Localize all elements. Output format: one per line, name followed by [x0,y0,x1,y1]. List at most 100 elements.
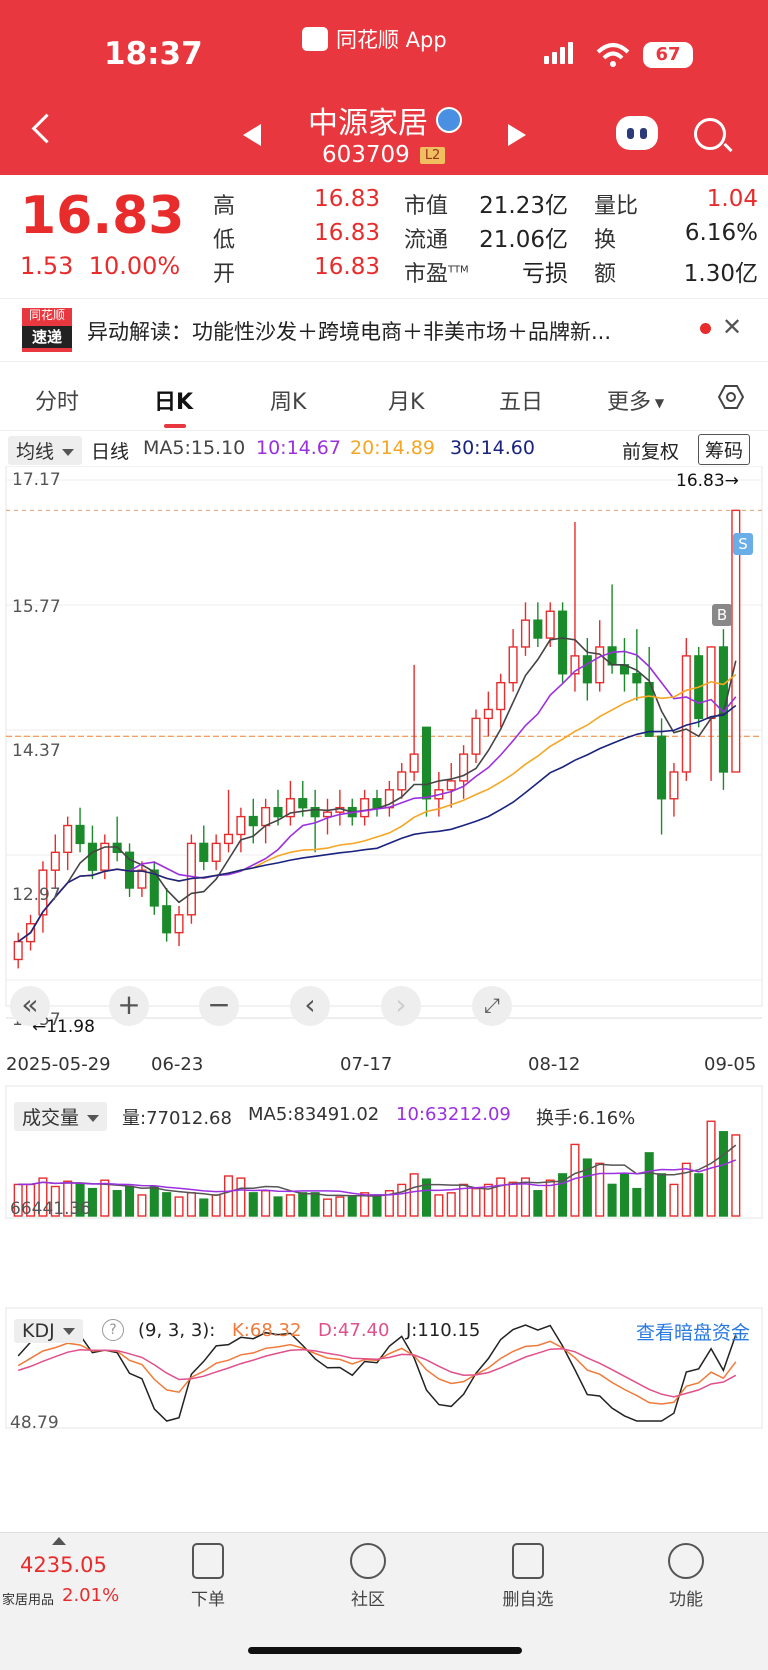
functions-menu-icon [668,1543,704,1579]
volume-bar [273,1196,283,1217]
candle-body [273,806,283,818]
dark-pool-link[interactable]: 查看暗盘资金 [636,1318,750,1345]
pe-label: 市盈TTM [404,262,469,287]
vol-ratio-value: 1.04 [706,186,758,212]
collapse-icon[interactable]: « [10,986,50,1026]
volume-bar [347,1196,357,1217]
y-label-top: 17.17 [12,470,61,490]
next-stock-icon[interactable] [508,124,526,146]
order-icon [192,1543,224,1579]
pe-value: 亏损 [522,261,568,287]
volume-bar [223,1175,234,1217]
volume-bar [149,1185,159,1217]
zoom-in-icon[interactable]: + [109,986,149,1026]
scroll-right-icon[interactable]: › [381,986,421,1026]
candle-body [446,780,456,791]
volume-bar [533,1190,543,1217]
candle-body [223,833,234,845]
news-badge: 同花顺 速递 [22,308,72,352]
candle-body [595,646,605,684]
tab-monthly-k[interactable]: 月K [388,384,424,416]
chart-tabs: 分时 日K 周K 月K 五日 更多 ▼ [0,372,768,431]
chips-button[interactable]: 筹码 [698,434,751,465]
candle-body [545,610,555,639]
tab-intraday[interactable]: 分时 [35,384,79,416]
scroll-left-icon[interactable]: ‹ [290,986,330,1026]
tab-weekly-k[interactable]: 周K [270,384,306,416]
tab-more[interactable]: 更多 ▼ [607,384,664,416]
candles [13,509,741,969]
help-icon[interactable]: ? [102,1319,124,1341]
volume-bar [100,1179,110,1217]
header-bar: 18:37 同花顺 App 67 中源家居 603709 L2 [0,0,768,175]
ma30-line [17,704,737,943]
candle-body [471,717,481,755]
x-label-5: 09-05 [704,1054,757,1075]
volume-bar [434,1194,444,1217]
volume-turnover: 换手:6.16% [536,1108,636,1129]
candle-body [13,940,23,961]
price-change: 1.53 10.00% [20,252,181,280]
kdj-k-line [17,1340,737,1405]
tab-five-day[interactable]: 五日 [499,384,543,416]
candle-body [397,771,407,791]
nav-order[interactable]: 下单 [163,1543,253,1610]
chevron-down-icon: ▼ [651,396,665,410]
volume-bar [471,1187,481,1217]
adjust-label[interactable]: 前复权 [622,437,679,464]
nav-remove-watch[interactable]: 删自选 [483,1543,573,1610]
volume-bar [446,1192,456,1217]
status-time: 18:37 [104,36,203,72]
nav-community[interactable]: 社区 [323,1543,413,1610]
kdj-y-label: 48.79 [10,1413,59,1433]
fullscreen-icon[interactable]: ⤢ [472,986,512,1026]
volume-ma5: MA5:83491.02 [248,1104,380,1125]
volume-bar [186,1192,196,1217]
amount-value: 1.30亿 [683,261,758,287]
ma-selector[interactable]: 均线 [8,436,83,465]
ma20-value: 20:14.89 [350,437,435,459]
index-value[interactable]: 4235.05 [20,1553,107,1577]
app-name: 同花顺 App [302,24,447,54]
y-label-4: 12.97 [12,885,61,905]
candle-body [632,673,642,684]
stock-name: 中源家居 [308,98,462,142]
back-arrow-icon[interactable] [31,113,62,144]
amount-label: 额 [594,262,617,287]
kdj-d-line [17,1348,737,1398]
float-value: 21.06亿 [479,227,568,253]
kdj-params: (9, 3, 3): [138,1320,216,1341]
volume-bar [236,1177,246,1217]
candle-body [261,806,271,827]
volume-ma10: 10:63212.09 [396,1104,511,1125]
assistant-robot-icon[interactable] [616,116,658,150]
close-icon[interactable]: ✕ [722,313,742,341]
volume-bar [335,1196,345,1217]
home-indicator [248,1647,522,1654]
volume-bar [409,1173,419,1217]
kdj-selector[interactable]: KDJ [14,1319,83,1343]
prev-stock-icon[interactable] [243,124,261,146]
wifi-icon [596,43,630,67]
zoom-out-icon[interactable]: − [199,986,239,1026]
volume-selector[interactable]: 成交量 [14,1102,108,1131]
open-label: 开 [213,262,236,287]
settings-hex-icon[interactable] [718,384,744,410]
volume-bar [211,1194,221,1217]
candle-body [681,655,691,773]
high-label: 高 [213,194,236,219]
tab-daily-k[interactable]: 日K [154,384,193,416]
index-change: 2.01% [62,1585,120,1606]
index-name: 家居用品 [2,1593,55,1608]
x-label-3: 07-17 [340,1054,393,1075]
ma10-value: 10:14.67 [256,437,341,459]
candle-body [162,905,172,934]
news-bar[interactable]: 同花顺 速递 异动解读：功能性沙发＋跨境电商＋非美市场＋品牌新... ✕ [0,298,768,362]
news-text[interactable]: 异动解读：功能性沙发＋跨境电商＋非美市场＋品牌新... [87,316,611,346]
active-tab-indicator [164,424,186,428]
search-icon[interactable] [694,118,726,150]
sell-marker[interactable]: S [733,533,753,555]
buy-marker[interactable]: B [712,604,732,626]
volume-bar [310,1192,320,1217]
nav-functions[interactable]: 功能 [641,1543,731,1610]
